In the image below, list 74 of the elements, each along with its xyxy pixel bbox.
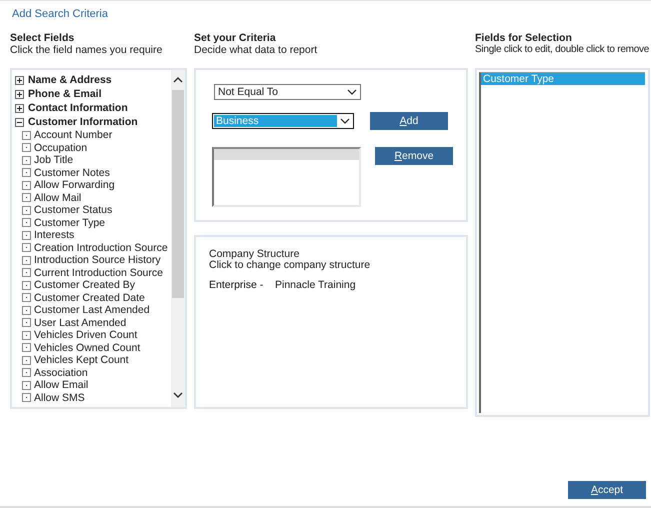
- field-icon: [22, 156, 31, 165]
- field-icon: [22, 206, 31, 215]
- tree-group[interactable]: Phone & Email: [28, 88, 102, 100]
- field-icon: [22, 193, 31, 202]
- tree-item[interactable]: User Last Amended: [34, 316, 126, 329]
- field-icon: [22, 393, 31, 402]
- tree-item[interactable]: Customer Created By: [34, 279, 135, 292]
- tree-item[interactable]: Customer Status: [34, 204, 112, 216]
- expand-icon[interactable]: [15, 104, 24, 112]
- field-icon: [22, 243, 31, 252]
- tree-item[interactable]: Allow Mail: [34, 192, 82, 204]
- section-hint: Decide what data to report: [194, 44, 318, 56]
- field-icon: [22, 218, 31, 228]
- operator-dropdown[interactable]: Not Equal To: [214, 84, 361, 100]
- field-icon: [22, 256, 31, 265]
- tree-item[interactable]: Allow Email: [34, 379, 88, 392]
- field-icon: [22, 180, 31, 190]
- criteria-list[interactable]: [212, 147, 361, 207]
- scrollbar[interactable]: [171, 70, 185, 407]
- section-heading: Fields for Selection: [475, 32, 573, 44]
- field-icon: [22, 268, 31, 278]
- field-icon: [22, 368, 31, 378]
- section-hint: Single click to edit, double click to remove: [475, 44, 650, 56]
- field-icon: [22, 230, 31, 240]
- field-icon: [22, 306, 31, 315]
- tree-item[interactable]: Customer Created Date: [34, 292, 145, 304]
- scroll-up-icon[interactable]: [173, 76, 183, 84]
- field-icon: [22, 130, 31, 140]
- tree-item[interactable]: Vehicles Driven Count: [34, 329, 138, 342]
- tree-item[interactable]: Creation Introduction Source: [34, 242, 168, 254]
- enterprise-label: Enterprise -: [209, 279, 264, 291]
- tree-item[interactable]: Allow SMS: [34, 392, 85, 404]
- remove-button[interactable]: Remove: [375, 147, 453, 165]
- section-hint: Click the field names you require: [10, 44, 164, 56]
- add-button[interactable]: Add: [370, 112, 448, 130]
- expand-icon[interactable]: [15, 76, 24, 84]
- tree-item[interactable]: Customer Type: [34, 216, 106, 229]
- field-icon: [22, 356, 31, 365]
- scroll-thumb[interactable]: [172, 90, 184, 298]
- field-icon: [22, 380, 31, 390]
- tree-item[interactable]: Introduction Source History: [34, 254, 161, 266]
- tree-item[interactable]: Interests: [34, 229, 74, 242]
- tree-item[interactable]: Current Introduction Source: [34, 266, 163, 279]
- accept-button[interactable]: Accept: [568, 481, 646, 499]
- field-icon: [22, 168, 31, 178]
- page-title: Add Search Criteria: [11, 7, 109, 22]
- tree-group[interactable]: Name & Address: [28, 74, 112, 86]
- dropdown-caret-icon: [347, 89, 357, 95]
- scroll-down-icon[interactable]: [173, 391, 183, 399]
- tree-item[interactable]: Job Title: [34, 154, 74, 166]
- field-icon: [22, 280, 31, 290]
- tree-item[interactable]: Customer Notes: [34, 166, 110, 179]
- tree-item[interactable]: Vehicles Kept Count: [34, 354, 129, 366]
- tree-item[interactable]: Account Number: [34, 129, 112, 142]
- field-icon: [22, 318, 31, 328]
- tree-group[interactable]: Customer Information: [28, 116, 138, 128]
- tree-item[interactable]: Occupation: [34, 142, 88, 154]
- field-icon: [22, 343, 31, 352]
- dropdown-caret-icon: [340, 118, 350, 124]
- company-structure-hint: Click to change company structure: [209, 260, 372, 271]
- tree-item[interactable]: Allow Forwarding: [34, 179, 115, 192]
- company-structure-title[interactable]: Company Structure: [209, 249, 466, 260]
- field-icon: [22, 293, 31, 302]
- tree-item[interactable]: Customer Last Amended: [34, 304, 150, 316]
- tree-item[interactable]: Association: [34, 366, 88, 379]
- expand-icon[interactable]: [15, 90, 24, 98]
- enterprise-value: Pinnacle Training: [275, 279, 356, 291]
- section-heading: Select Fields: [10, 32, 76, 44]
- tree-group[interactable]: Contact Information: [28, 102, 128, 114]
- tree-item[interactable]: Vehicles Owned Count: [34, 342, 140, 354]
- field-icon: [22, 143, 31, 152]
- expand-icon[interactable]: [15, 118, 24, 126]
- field-icon: [22, 330, 31, 340]
- section-heading: Set your Criteria: [194, 32, 277, 44]
